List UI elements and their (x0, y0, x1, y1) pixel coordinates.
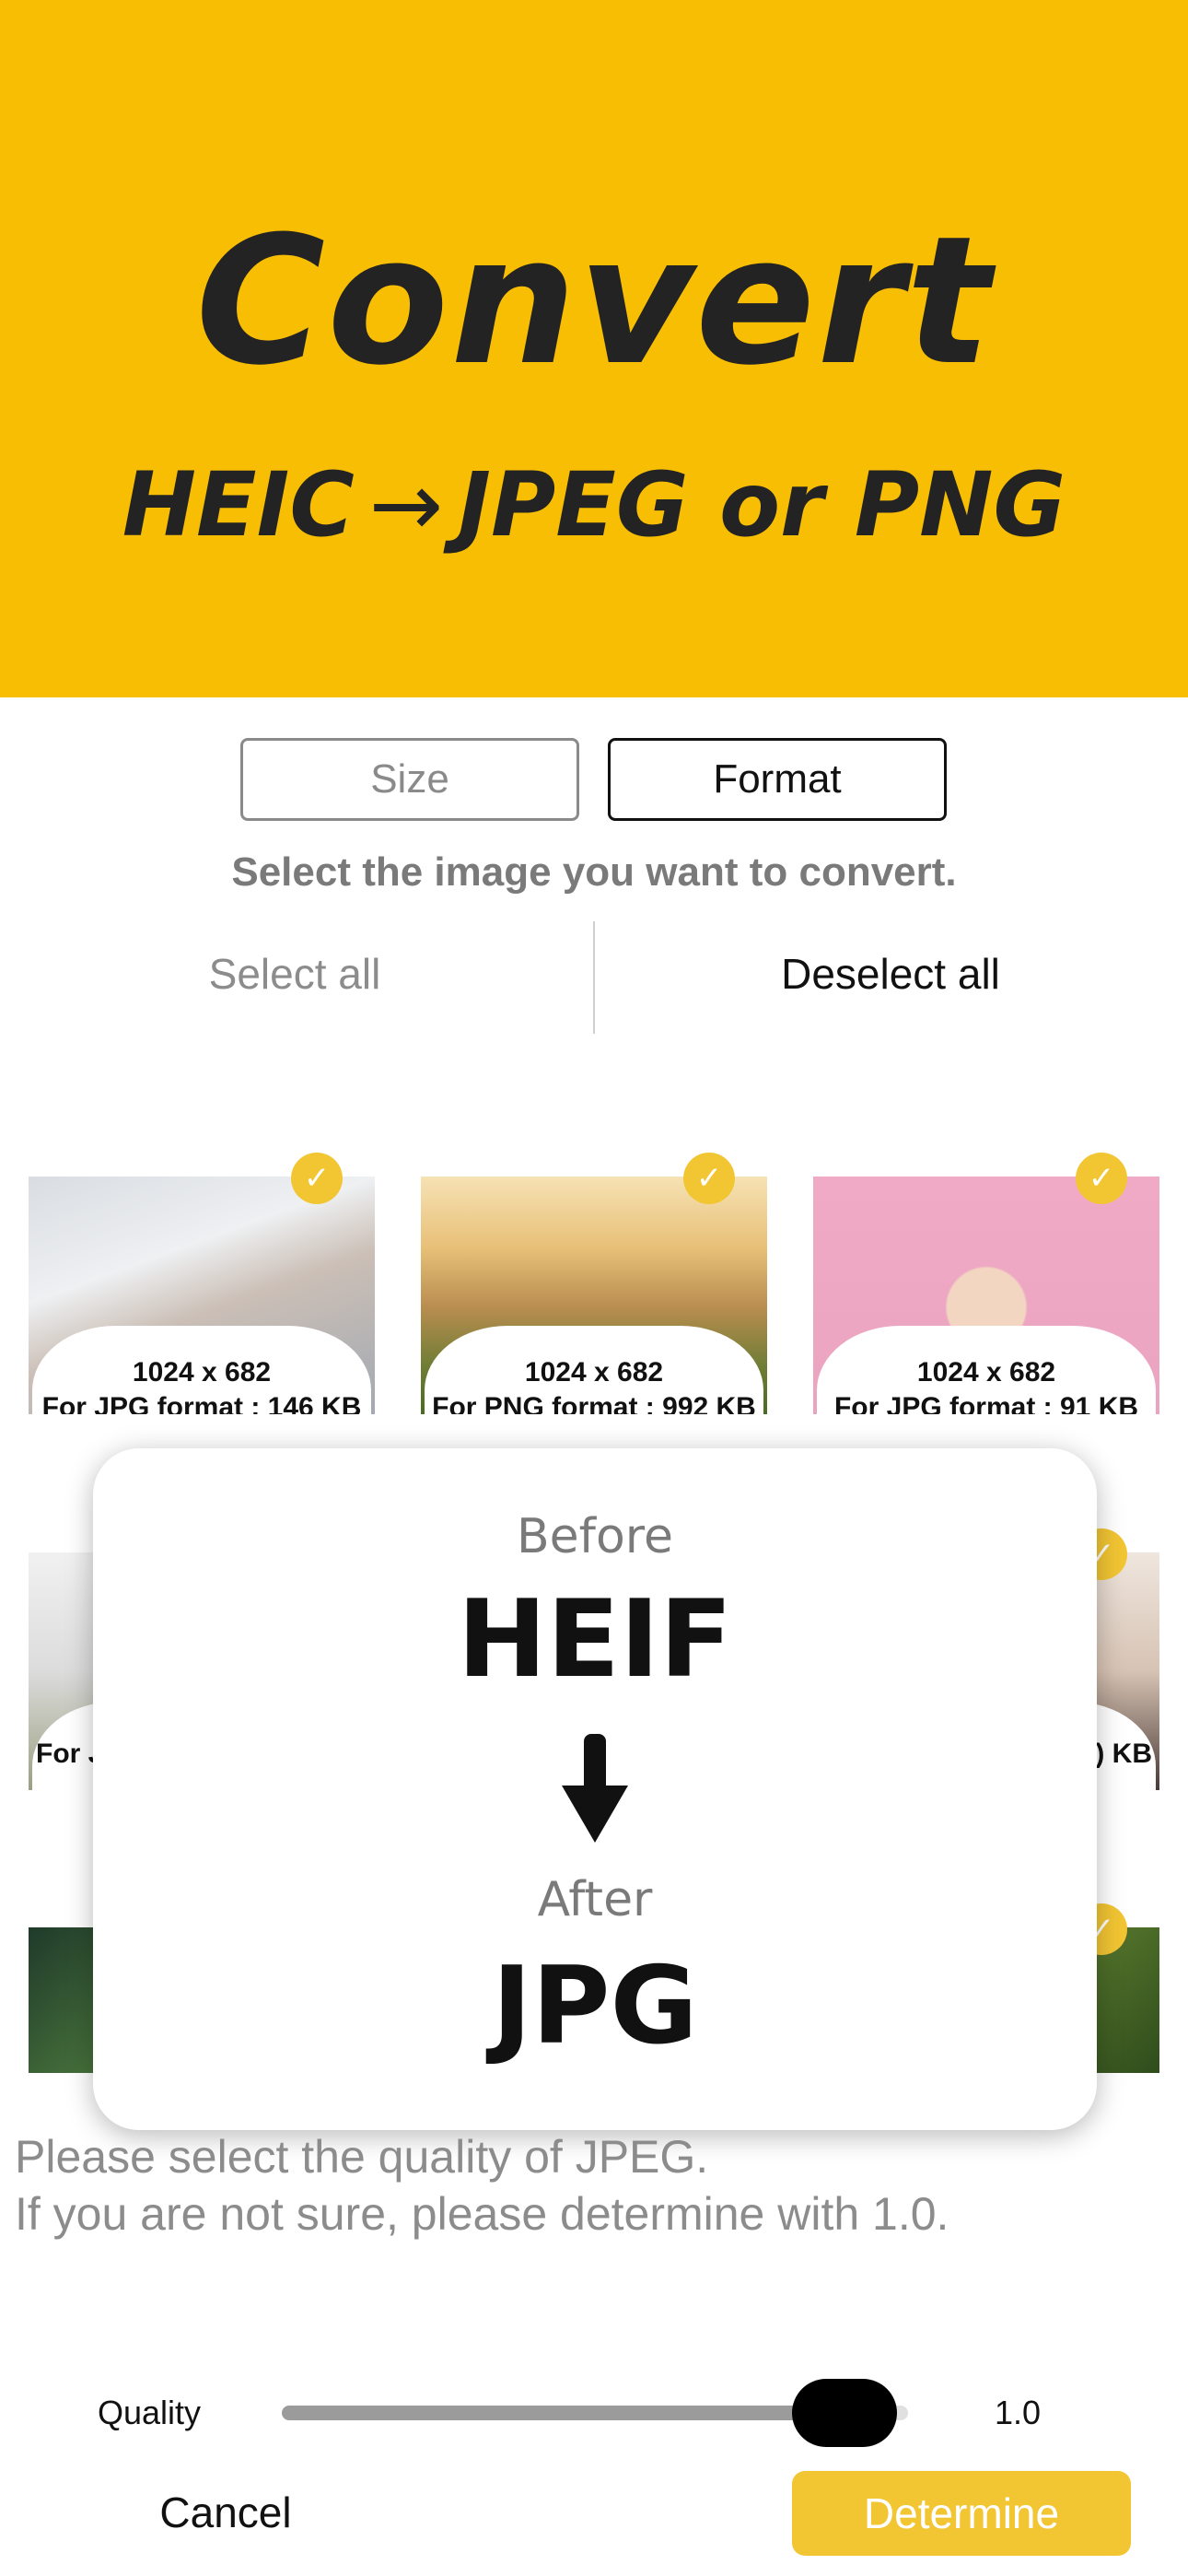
thumbnail-dimensions: 1024 x 682 (132, 1357, 272, 1388)
thumbnail-size: For JPG format : 91 KB (833, 1392, 1139, 1414)
thumbnail-size: For JPG format : 146 KB (41, 1392, 362, 1414)
quality-note-line-2: If you are not sure, please determine wi… (15, 2188, 949, 2240)
quality-label: Quality (98, 2394, 202, 2431)
quality-note-line-1: Please select the quality of JPEG. (15, 2131, 709, 2183)
image-thumbnail-1[interactable]: 1024 x 682 For JPG format : 146 KB (29, 1177, 375, 1414)
quality-slider-fill (282, 2406, 844, 2420)
tab-format[interactable]: Format (608, 738, 947, 821)
down-arrow-icon (562, 1734, 628, 1843)
hero-banner: Convert HEIC → JPEG or PNG (0, 0, 1188, 697)
before-label: Before (516, 1509, 673, 1564)
selection-divider (593, 921, 595, 1034)
checkmark-icon[interactable]: ✓ (683, 1153, 735, 1204)
hero-subtitle: HEIC → JPEG or PNG (0, 461, 1188, 549)
quality-note: Please select the quality of JPEG. If yo… (15, 2128, 1175, 2242)
deselect-all-button[interactable]: Deselect all (660, 949, 1121, 999)
conversion-card: Before HEIF After JPG (93, 1448, 1097, 2130)
right-arrow-icon: → (368, 453, 444, 556)
before-format: HEIF (457, 1577, 733, 1702)
tab-size[interactable]: Size (240, 738, 579, 821)
instruction-text: Select the image you want to convert. (231, 849, 957, 895)
thumbnail-size: ) KB (1095, 1739, 1152, 1769)
select-all-button[interactable]: Select all (64, 949, 525, 999)
checkmark-icon[interactable]: ✓ (1076, 1153, 1127, 1204)
thumbnail-info: 1024 x 682 For JPG format : 91 KB (817, 1326, 1156, 1414)
image-thumbnail-3[interactable]: 1024 x 682 For JPG format : 91 KB (813, 1177, 1159, 1414)
after-label: After (537, 1872, 653, 1927)
hero-to-format: JPEG or PNG (458, 453, 1066, 556)
thumbnail-info: 1024 x 682 For JPG format : 146 KB (32, 1326, 371, 1414)
cancel-button[interactable]: Cancel (138, 2488, 313, 2537)
hero-from-format: HEIC (122, 453, 355, 556)
quality-value: 1.0 (995, 2394, 1042, 2431)
quality-slider-thumb[interactable] (792, 2379, 897, 2447)
checkmark-icon[interactable]: ✓ (291, 1153, 343, 1204)
thumbnail-info: 1024 x 682 For PNG format : 992 KB (425, 1326, 763, 1414)
thumbnail-dimensions: 1024 x 682 (916, 1357, 1056, 1388)
thumbnail-size: For PNG format : 992 KB (432, 1392, 756, 1414)
after-format: JPG (492, 1944, 698, 2068)
hero-title: Convert (195, 199, 993, 404)
thumbnail-dimensions: 1024 x 682 (524, 1357, 664, 1388)
image-thumbnail-2[interactable]: 1024 x 682 For PNG format : 992 KB (421, 1177, 767, 1414)
determine-button[interactable]: Determine (792, 2471, 1131, 2556)
